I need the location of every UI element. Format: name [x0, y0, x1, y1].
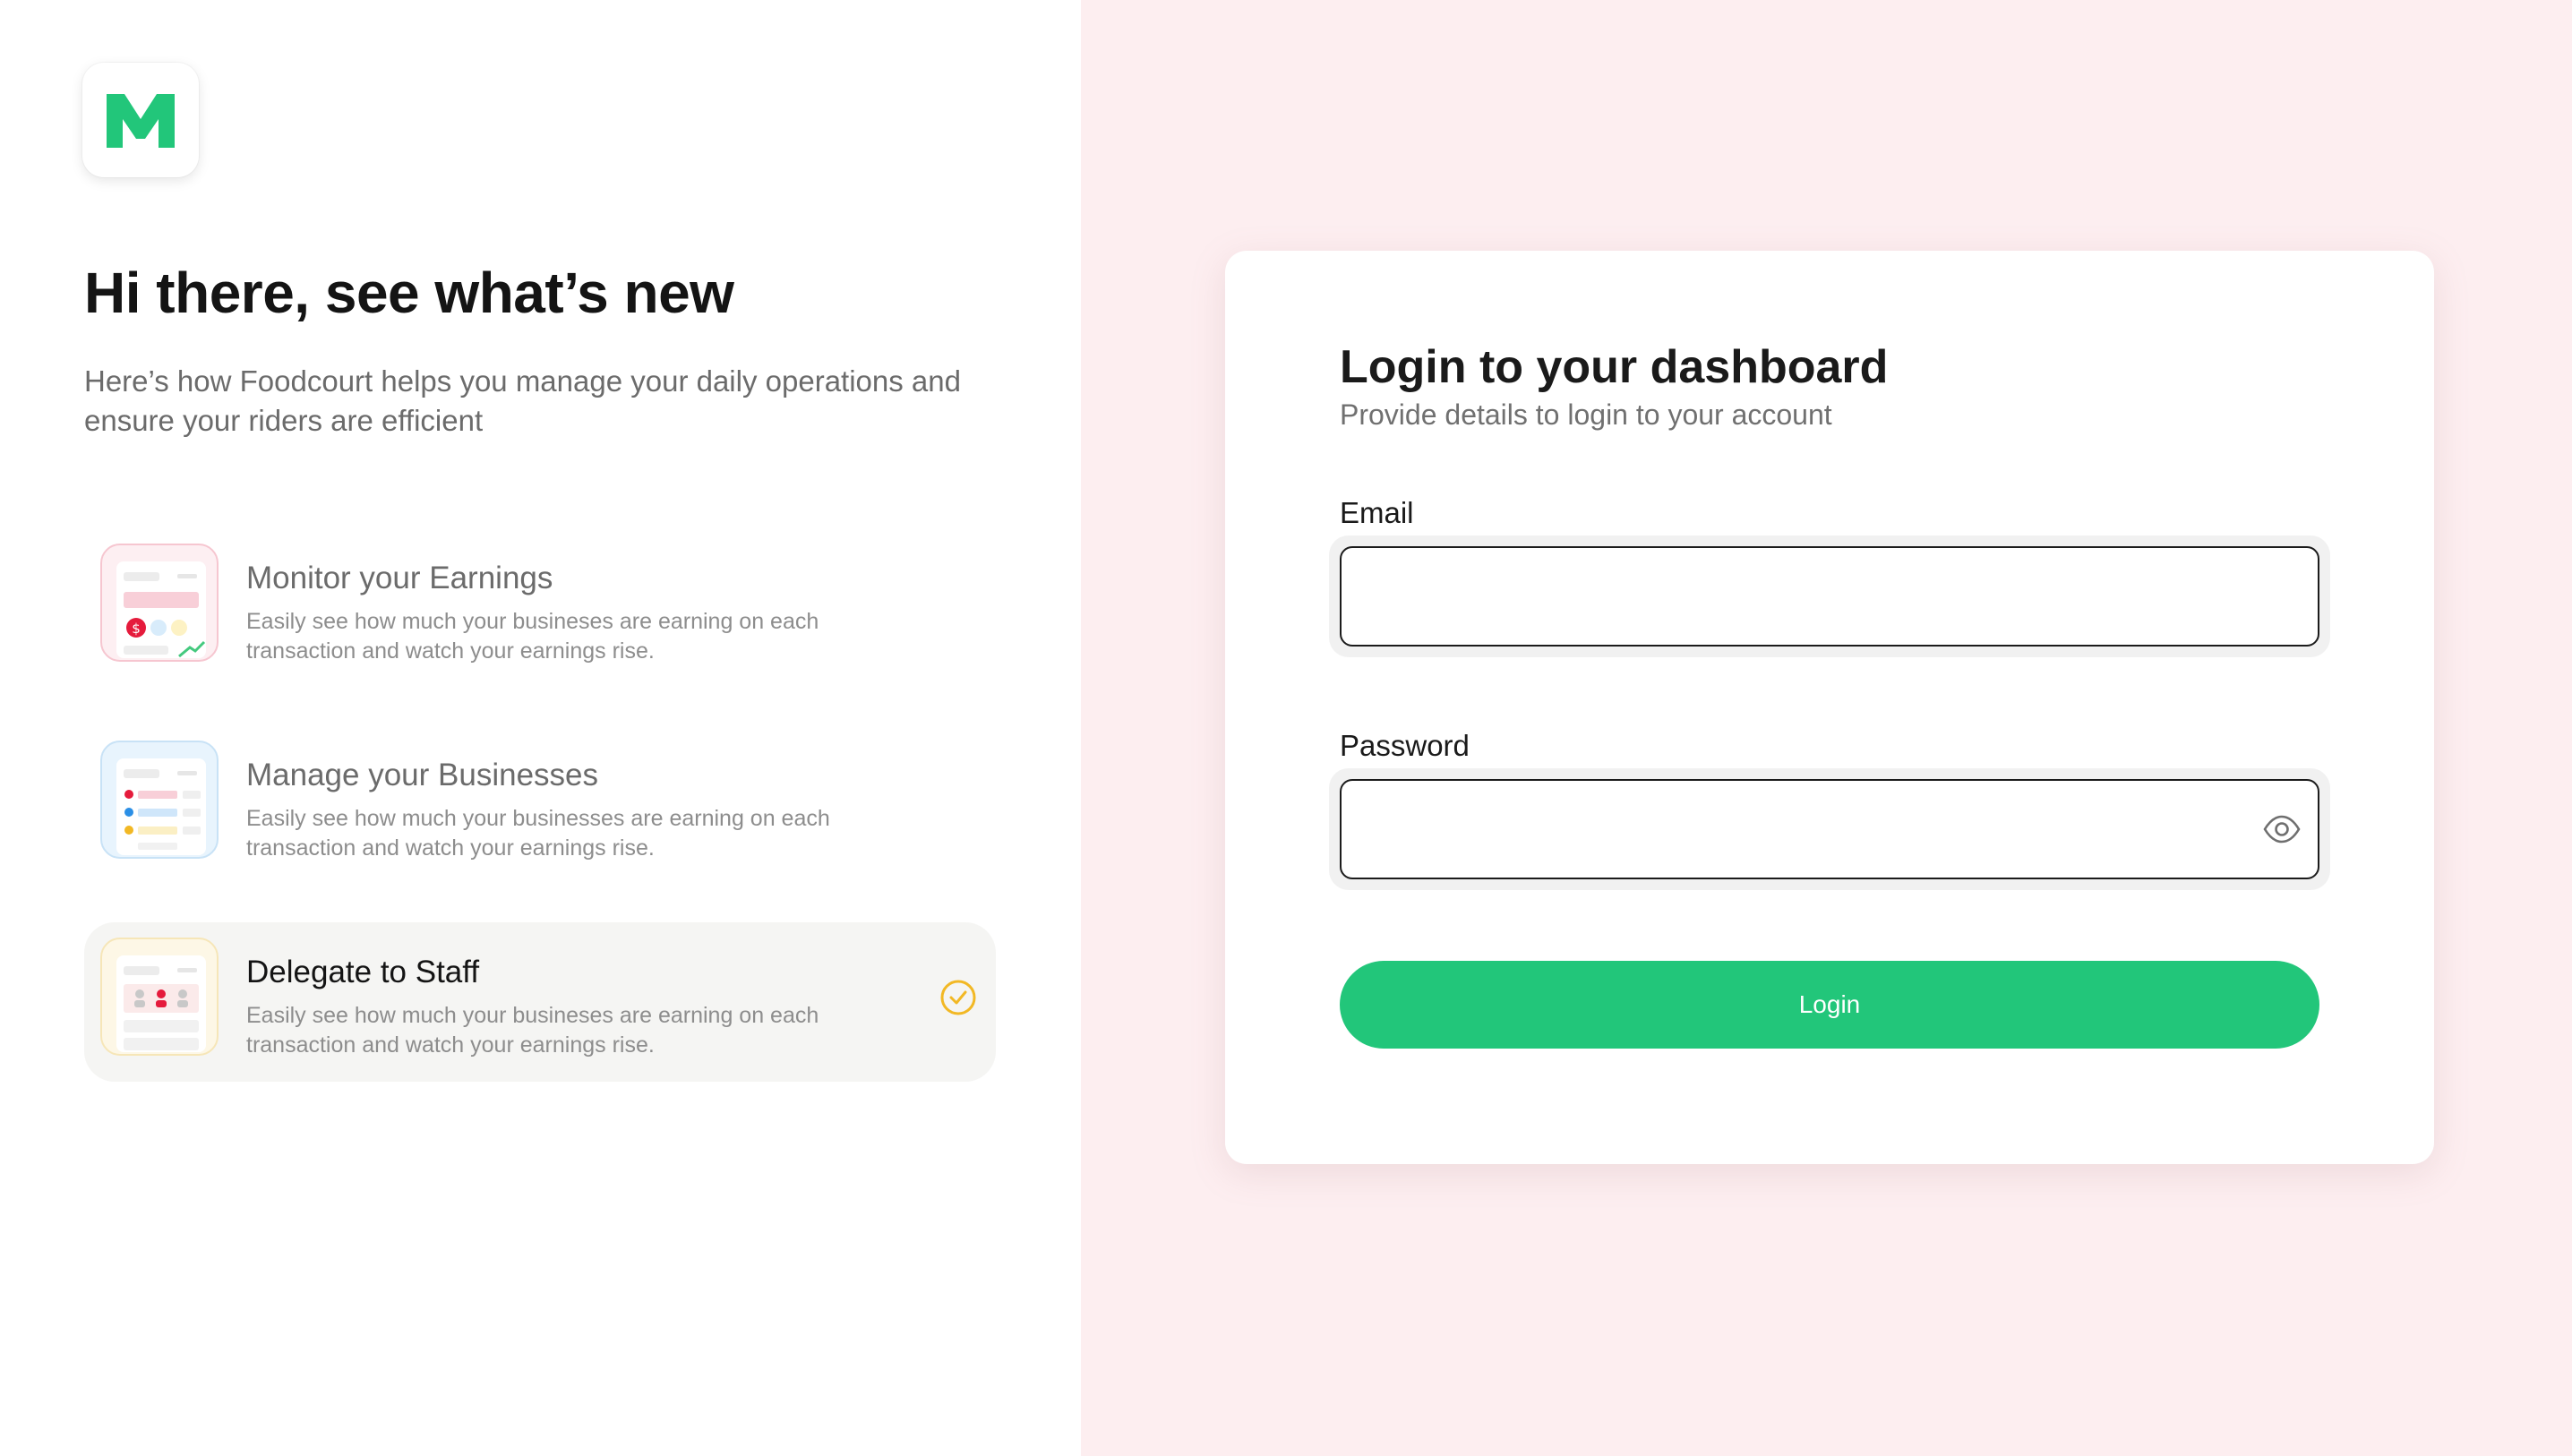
welcome-subhead: Here’s how Foodcourt helps you manage yo… — [84, 364, 961, 437]
password-field-wrapper — [1329, 768, 2330, 890]
feature-description: Easily see how much your busineses are e… — [246, 1003, 819, 1058]
welcome-headline: Hi there, see what’s new — [84, 261, 734, 325]
email-label: Email — [1340, 496, 1414, 529]
check-circle-icon — [940, 980, 976, 1015]
email-input[interactable] — [1340, 546, 2319, 647]
feature-title: Monitor your Earnings — [246, 561, 553, 595]
password-label: Password — [1340, 729, 1470, 762]
login-subtitle: Provide details to login to your account — [1340, 398, 1832, 431]
feature-item-staff[interactable]: Delegate to Staff Easily see how much yo… — [84, 922, 996, 1082]
email-field-wrapper — [1329, 535, 2330, 657]
feature-title: Manage your Businesses — [246, 758, 598, 792]
staff-thumbnail-icon — [100, 938, 219, 1056]
feature-description: Easily see how much your busineses are e… — [246, 609, 819, 664]
feature-item-businesses[interactable]: Manage your Businesses Easily see how mu… — [84, 725, 996, 885]
feature-description: Easily see how much your businesses are … — [246, 806, 830, 861]
feature-item-earnings[interactable]: $ Monitor your Earnings Easily see how m… — [84, 528, 996, 688]
businesses-thumbnail-icon — [100, 741, 219, 859]
app-logo — [82, 63, 199, 177]
onboarding-panel: Hi there, see what’s new Here’s how Food… — [0, 0, 1081, 1456]
svg-text:$: $ — [132, 621, 141, 637]
login-button[interactable]: Login — [1340, 961, 2319, 1049]
eye-icon[interactable] — [2262, 809, 2302, 849]
password-input[interactable] — [1340, 779, 2319, 879]
login-title: Login to your dashboard — [1340, 341, 1889, 393]
login-card: Login to your dashboard Provide details … — [1225, 251, 2434, 1164]
earnings-thumbnail-icon: $ — [100, 544, 219, 662]
logo-m-icon — [107, 94, 175, 148]
feature-title: Delegate to Staff — [246, 955, 480, 989]
